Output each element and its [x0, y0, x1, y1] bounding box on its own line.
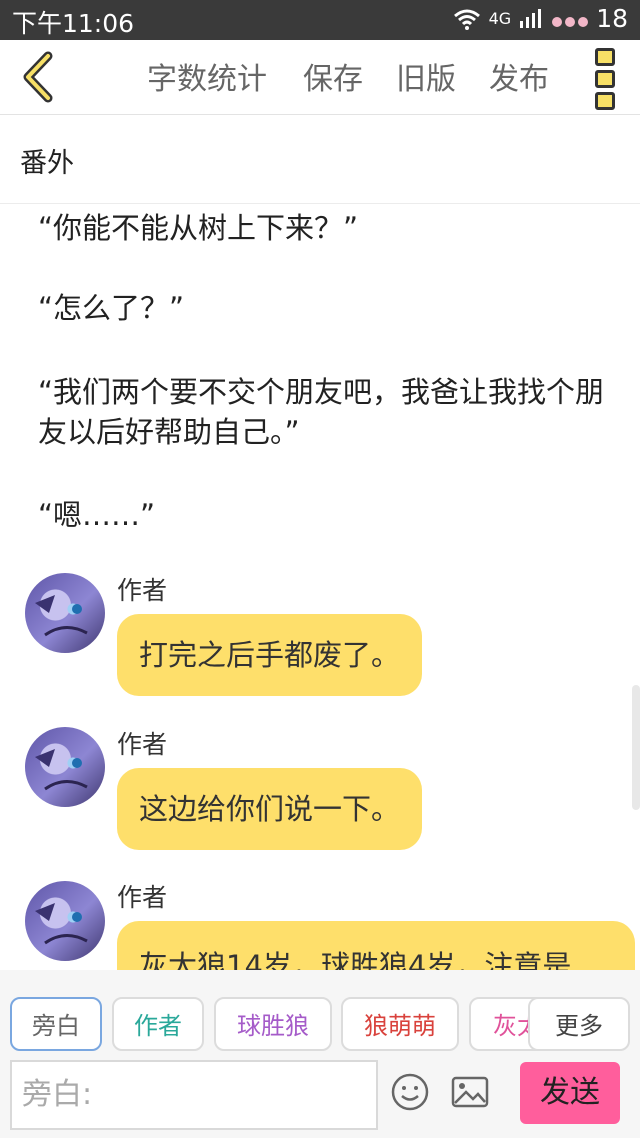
sender-name: 作者: [117, 730, 168, 759]
wifi-icon: [453, 9, 480, 30]
message-input[interactable]: 旁白:: [10, 1060, 378, 1130]
scrollbar-handle[interactable]: [632, 685, 640, 810]
role-selector-bar: 旁白 作者 球胜狼 狼萌萌 灰太 更多: [0, 970, 640, 1052]
sender-name: 作者: [117, 883, 168, 912]
status-time: 下午11:06: [12, 9, 135, 38]
status-right: 4G 18: [453, 4, 628, 33]
image-icon[interactable]: [450, 1072, 490, 1112]
message-bubble[interactable]: 打完之后手都废了。: [117, 614, 423, 696]
status-bar: 下午11:06 4G 18: [0, 0, 640, 40]
narration-line: “嗯……”: [38, 498, 156, 532]
emoji-icon[interactable]: [390, 1072, 430, 1112]
chapter-title-row[interactable]: 番外: [0, 115, 640, 204]
sender-name: 作者: [117, 576, 168, 605]
avatar[interactable]: [25, 881, 105, 961]
save-button[interactable]: 保存: [303, 54, 363, 98]
more-menu-icon[interactable]: [594, 48, 616, 110]
avatar[interactable]: [25, 727, 105, 807]
publish-button[interactable]: 发布: [489, 54, 549, 98]
narration-line: “怎么了？”: [38, 291, 185, 325]
role-chip-narrator[interactable]: 旁白: [10, 997, 102, 1051]
narration-line: “我们两个要不交个朋友吧，我爸让我找个朋友以后好帮助自己。”: [38, 375, 605, 449]
avatar[interactable]: [25, 573, 105, 653]
signal-icon: [520, 8, 542, 28]
chapter-title: 番外: [20, 148, 74, 179]
send-button[interactable]: 发送: [520, 1062, 620, 1124]
notification-dots: [549, 4, 589, 33]
old-version-button[interactable]: 旧版: [396, 54, 456, 98]
editor-toolbar: 字数统计 保存 旧版 发布: [0, 40, 640, 115]
message-bubble[interactable]: 这边给你们说一下。: [117, 768, 423, 850]
network-type: 4G: [488, 9, 512, 28]
battery-level: 18: [596, 4, 628, 33]
back-chevron-icon[interactable]: [14, 50, 68, 104]
more-roles-button[interactable]: 更多: [528, 997, 630, 1051]
role-chip-qiushenglang[interactable]: 球胜狼: [214, 997, 332, 1051]
narration-line: “你能不能从树上下来？”: [38, 211, 359, 245]
word-count-button[interactable]: 字数统计: [147, 54, 267, 98]
role-chip-langmengmeng[interactable]: 狼萌萌: [341, 997, 459, 1051]
message-input-bar: 旁白: 发送: [0, 1052, 640, 1138]
role-chip-author[interactable]: 作者: [112, 997, 204, 1051]
